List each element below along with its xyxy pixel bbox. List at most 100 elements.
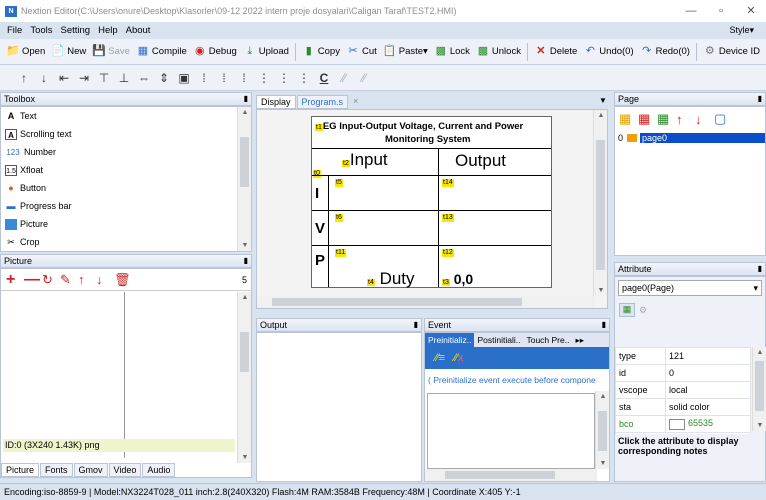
- picture-scrollbar[interactable]: ▲ ▼: [237, 292, 251, 463]
- cut-button[interactable]: ✂ Cut: [346, 45, 376, 58]
- tab-audio[interactable]: Audio: [142, 463, 176, 477]
- pin-icon[interactable]: ▮: [602, 319, 606, 331]
- tab-picture[interactable]: Picture: [1, 463, 40, 477]
- attr-row[interactable]: vscope local: [615, 381, 751, 399]
- display-vscroll[interactable]: ▲ ▼: [593, 110, 607, 296]
- minimize-button[interactable]: —: [676, 0, 706, 22]
- align-bottom-icon[interactable]: ⊥: [114, 71, 134, 85]
- event-vscroll[interactable]: ▲ ▼: [595, 391, 609, 469]
- toolbox-item-button[interactable]: ● Button: [1, 179, 251, 197]
- h-spacing-inc-icon[interactable]: ⁞: [234, 71, 254, 85]
- page-canvas[interactable]: t1EG Input-Output Voltage, Current and P…: [311, 116, 552, 288]
- property-icon[interactable]: ⚙: [639, 305, 655, 316]
- row-i-label[interactable]: I: [315, 185, 319, 202]
- close-tab-icon[interactable]: ×: [349, 95, 362, 109]
- attr-row[interactable]: type 121: [615, 347, 751, 365]
- output-label[interactable]: Output: [455, 151, 506, 171]
- menu-about[interactable]: About: [126, 25, 151, 36]
- uncomment-icon[interactable]: ⁄⁄x: [454, 352, 463, 364]
- toolbox-item-text[interactable]: A Text: [1, 107, 251, 125]
- pin-icon[interactable]: ▮: [244, 93, 248, 105]
- align-right-icon[interactable]: ⇥: [74, 71, 94, 85]
- toolbox-scrollbar[interactable]: ▲ ▼: [237, 107, 251, 251]
- toolbox-item-picture[interactable]: Picture: [1, 215, 251, 233]
- toolbox-item-progress-bar[interactable]: ▬ Progress bar: [1, 197, 251, 215]
- toolbox-item-scrolling-text[interactable]: A Scrolling text: [1, 125, 251, 143]
- page-up-icon[interactable]: ↑: [676, 112, 695, 127]
- pin-icon[interactable]: ▮: [758, 263, 762, 275]
- t12-tag[interactable]: t12: [442, 249, 454, 257]
- color-swatch[interactable]: [669, 418, 685, 430]
- event-code-editor[interactable]: [427, 393, 595, 469]
- pin-icon[interactable]: ▮: [414, 319, 418, 331]
- display-hscroll[interactable]: [257, 296, 595, 308]
- input-label[interactable]: t2Input: [342, 150, 388, 170]
- tab-postinitialize[interactable]: Postinitiali..: [474, 333, 523, 347]
- page-down-icon[interactable]: ↓: [695, 112, 714, 127]
- send-down-icon[interactable]: ↓: [34, 71, 54, 85]
- save-button[interactable]: 💾 Save: [92, 45, 130, 58]
- component-select[interactable]: page0(Page) ▾: [618, 280, 762, 296]
- delete-button[interactable]: ✕ Delete: [534, 45, 577, 58]
- bring-up-icon[interactable]: ↑: [14, 71, 34, 85]
- style-menu[interactable]: Style▾: [729, 25, 754, 36]
- lock-button[interactable]: ▩ Lock: [434, 45, 470, 58]
- delete-all-icon[interactable]: 🗑: [114, 272, 132, 288]
- move-up-icon[interactable]: ↑: [78, 272, 96, 287]
- paste-button[interactable]: 📋 Paste ▾: [383, 45, 428, 58]
- attr-row[interactable]: sta solid color: [615, 398, 751, 416]
- align-left-icon[interactable]: ⇤: [54, 71, 74, 85]
- unlock-pos-icon[interactable]: ⁄⁄: [354, 71, 374, 85]
- tab-video[interactable]: Video: [108, 463, 142, 477]
- add-picture-icon[interactable]: +: [6, 271, 24, 289]
- insert-page-icon[interactable]: ▦: [657, 111, 676, 127]
- menu-help[interactable]: Help: [98, 25, 118, 36]
- add-page-icon[interactable]: ▦: [619, 111, 638, 127]
- pin-icon[interactable]: ▮: [244, 255, 248, 267]
- t14-tag[interactable]: t14: [442, 179, 454, 187]
- tab-display[interactable]: Display: [256, 95, 296, 109]
- text-color-icon[interactable]: C: [314, 71, 334, 85]
- remove-picture-icon[interactable]: —: [24, 271, 42, 289]
- tab-touch-press[interactable]: Touch Pre..: [523, 333, 572, 347]
- lock-pos-icon[interactable]: ⁄⁄: [334, 71, 354, 85]
- center-h-icon[interactable]: ⇔: [134, 71, 154, 85]
- row-v-label[interactable]: V: [315, 220, 325, 237]
- event-hscroll[interactable]: [425, 469, 597, 481]
- toolbox-item-xfloat[interactable]: 1.5 Xfloat: [1, 161, 251, 179]
- menu-setting[interactable]: Setting: [61, 25, 91, 36]
- copy-page-icon[interactable]: ▢: [714, 111, 733, 127]
- center-v-icon[interactable]: ⇕: [154, 71, 174, 85]
- tab-fonts[interactable]: Fonts: [40, 463, 73, 477]
- new-button[interactable]: 📄 New: [51, 45, 86, 58]
- undo-button[interactable]: ↶ Undo(0): [583, 45, 634, 58]
- h-spacing-dec-icon[interactable]: ⁞: [214, 71, 234, 85]
- duty-label[interactable]: t4 Duty: [367, 269, 415, 289]
- maximize-button[interactable]: ▫: [706, 0, 736, 22]
- t6-tag[interactable]: t6: [335, 214, 343, 222]
- comment-icon[interactable]: ⁄⁄≡: [435, 352, 445, 364]
- tab-more[interactable]: ▸▸: [572, 333, 587, 347]
- title-text[interactable]: t1EG Input-Output Voltage, Current and P…: [315, 121, 523, 132]
- attr-row[interactable]: bco 65535: [615, 415, 751, 433]
- tab-program[interactable]: Program.s: [296, 95, 349, 109]
- h-spacing-icon[interactable]: ⁞: [194, 71, 214, 85]
- same-size-icon[interactable]: ▣: [174, 71, 194, 85]
- menu-tools[interactable]: Tools: [30, 25, 52, 36]
- duty-value[interactable]: t3 0,0: [442, 271, 473, 287]
- toolbox-item-number[interactable]: 123 Number: [1, 143, 251, 161]
- v-spacing-icon[interactable]: ⋮: [254, 71, 274, 85]
- copy-button[interactable]: ▮ Copy: [302, 45, 340, 58]
- unlock-button[interactable]: ▩ Unlock: [476, 45, 521, 58]
- delete-page-icon[interactable]: ▦: [638, 111, 657, 127]
- t5-tag[interactable]: t5: [335, 179, 343, 187]
- sort-icon[interactable]: ▦: [619, 303, 635, 317]
- tab-gmov[interactable]: Gmov: [73, 463, 108, 477]
- attribute-scrollbar[interactable]: ▲ ▼: [752, 347, 766, 431]
- row-p-label[interactable]: P: [315, 252, 325, 269]
- move-down-icon[interactable]: ↓: [96, 272, 114, 287]
- t13-tag[interactable]: t13: [442, 214, 454, 222]
- v-spacing-dec-icon[interactable]: ⋮: [274, 71, 294, 85]
- device-id-button[interactable]: ⚙ Device ID: [703, 45, 760, 58]
- page-list-item[interactable]: 0 page0: [615, 131, 765, 145]
